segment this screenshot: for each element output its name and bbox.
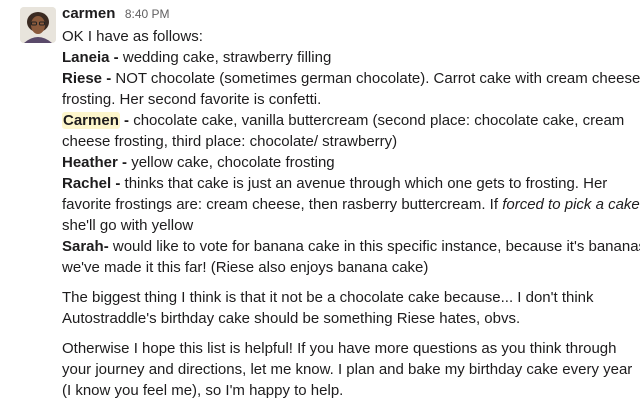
- entry-carmen-cont: cheese frosting, third place: chocolate/…: [62, 133, 398, 150]
- paragraph-line: (I know you feel me), so I'm happy to he…: [62, 382, 344, 399]
- intro-text: OK I have as follows:: [62, 28, 203, 45]
- entry-sarah: Sarah- would like to vote for banana cak…: [62, 236, 640, 257]
- entry-dash: -: [119, 112, 130, 129]
- entry-text: chocolate cake, vanilla buttercream (sec…: [129, 112, 625, 129]
- entry-text: thinks that cake is just an avenue throu…: [120, 175, 608, 192]
- entry-carmen: Carmen - chocolate cake, vanilla butterc…: [62, 110, 634, 131]
- entry-riese-cont: frosting. Her second favorite is confett…: [62, 91, 322, 108]
- paragraph-line: Autostraddle's birthday cake should be s…: [62, 310, 521, 327]
- paragraph-line: your journey and directions, let me know…: [62, 361, 633, 378]
- paragraph-line: The biggest thing I think is that it not…: [62, 289, 594, 306]
- entry-sarah-cont: we've made it this far! (Riese also enjo…: [62, 259, 429, 276]
- entry-rachel: Rachel - thinks that cake is just an ave…: [62, 173, 634, 194]
- entry-text: favorite frostings are: cream cheese, th…: [62, 196, 503, 213]
- italic-text: forced to pick a cake: [502, 196, 640, 213]
- avatar[interactable]: [20, 7, 56, 43]
- chat-message: carmen 8:40 PM OK I have as follows: Lan…: [0, 0, 640, 413]
- entry-text: NOT chocolate (sometimes german chocolat…: [111, 70, 640, 87]
- entry-name: Heather -: [62, 154, 128, 171]
- entry-heather: Heather - yellow cake, chocolate frostin…: [62, 152, 634, 173]
- timestamp[interactable]: 8:40 PM: [125, 7, 170, 21]
- entry-name: Rachel -: [62, 175, 121, 192]
- entry-rachel-cont: favorite frostings are: cream cheese, th…: [62, 194, 640, 215]
- entry-text: yellow cake, chocolate frosting: [127, 154, 335, 171]
- entry-name: Laneia -: [62, 49, 119, 66]
- entry-riese: Riese - NOT chocolate (sometimes german …: [62, 68, 640, 89]
- message-header: carmen 8:40 PM: [62, 5, 170, 25]
- entry-rachel-cont2: she'll go with yellow: [62, 217, 194, 234]
- entry-text: would like to vote for banana cake in th…: [108, 238, 640, 255]
- entry-name: Riese -: [62, 70, 112, 87]
- message-body: OK I have as follows: Laneia - wedding c…: [62, 26, 640, 401]
- entry-text: wedding cake, strawberry filling: [118, 49, 332, 66]
- entry-laneia: Laneia - wedding cake, strawberry fillin…: [62, 47, 634, 68]
- author-name[interactable]: carmen: [62, 5, 115, 22]
- user-mention[interactable]: Carmen: [62, 112, 120, 129]
- entry-name: Sarah-: [62, 238, 109, 255]
- paragraph-line: Otherwise I hope this list is helpful! I…: [62, 340, 617, 357]
